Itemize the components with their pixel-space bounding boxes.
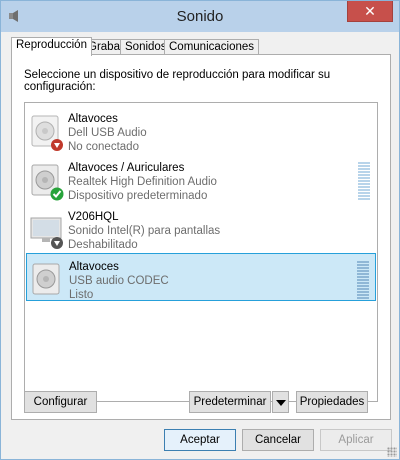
- device-status: Dispositivo predeterminado: [68, 190, 208, 202]
- device-item-dell-usb[interactable]: Altavoces Dell USB Audio No conectado: [26, 106, 376, 154]
- device-name: Altavoces: [69, 261, 119, 273]
- sound-dialog: Sonido ✕ Reproducción Grabar Sonidos Com…: [0, 0, 400, 460]
- tab-reproduccion[interactable]: Reproducción: [11, 37, 92, 56]
- cancel-button[interactable]: Cancelar: [242, 429, 314, 451]
- chevron-down-icon: [276, 400, 286, 406]
- properties-button[interactable]: Propiedades: [296, 391, 368, 413]
- speaker-icon: [31, 115, 63, 151]
- playback-panel: Seleccione un dispositivo de reproducció…: [11, 54, 391, 420]
- speaker-icon: [32, 263, 60, 295]
- device-name: V206HQL: [68, 211, 119, 223]
- device-status: Listo: [69, 289, 94, 301]
- device-driver: Dell USB Audio: [68, 127, 147, 139]
- title-bar[interactable]: Sonido ✕: [1, 1, 399, 32]
- apply-button[interactable]: Aplicar: [320, 429, 392, 451]
- tab-comunicaciones[interactable]: Comunicaciones: [164, 39, 260, 55]
- configure-button[interactable]: Configurar: [24, 391, 97, 413]
- device-status: Deshabilitado: [68, 239, 138, 251]
- device-name: Altavoces / Auriculares: [68, 162, 185, 174]
- device-item-realtek[interactable]: Altavoces / Auriculares Realtek High Def…: [26, 155, 376, 203]
- device-driver: Sonido Intel(R) para pantallas: [68, 225, 221, 237]
- set-default-button[interactable]: Predeterminar: [189, 391, 271, 413]
- window-title: Sonido: [176, 8, 224, 25]
- instruction-text: Seleccione un dispositivo de reproducció…: [24, 69, 331, 93]
- close-button[interactable]: ✕: [347, 1, 393, 22]
- device-name: Altavoces: [68, 113, 118, 125]
- device-list[interactable]: Altavoces Dell USB Audio No conectado Al…: [24, 102, 378, 402]
- speaker-icon: [31, 164, 64, 201]
- resize-grip[interactable]: [387, 447, 397, 457]
- ok-button[interactable]: Aceptar: [164, 429, 236, 451]
- device-item-v206hql[interactable]: V206HQL Sonido Intel(R) para pantallas D…: [26, 204, 376, 252]
- set-default-dropdown-button[interactable]: [272, 391, 289, 413]
- volume-meter: [358, 162, 370, 200]
- volume-meter: [357, 261, 369, 299]
- device-status: No conectado: [68, 141, 139, 153]
- monitor-icon: [30, 217, 63, 249]
- device-driver: USB audio CODEC: [69, 275, 169, 287]
- device-driver: Realtek High Definition Audio: [68, 176, 217, 188]
- device-item-usb-codec[interactable]: Altavoces USB audio CODEC Listo: [26, 253, 376, 301]
